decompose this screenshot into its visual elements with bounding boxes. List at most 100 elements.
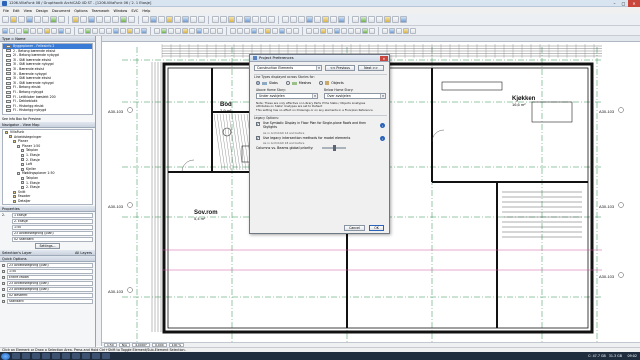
layer-item[interactable]: FI - Historigg nybygd: [3, 108, 92, 113]
toolbar-tool-icon[interactable]: [30, 27, 36, 34]
preferences-category-dropdown[interactable]: Construction Elements ▾: [254, 65, 322, 71]
toolbar-tool-icon[interactable]: [128, 16, 135, 23]
toolbar-tool-icon[interactable]: [220, 16, 227, 23]
toolbar-tool-icon[interactable]: [58, 27, 64, 34]
minimize-button[interactable]: –: [610, 0, 619, 7]
toolbar-tool-icon[interactable]: [230, 27, 236, 34]
menu-edit[interactable]: Edit: [13, 9, 20, 13]
taskbar-app-10[interactable]: [102, 353, 110, 359]
toolbar-tool-icon[interactable]: [142, 16, 149, 23]
toolbar-tool-icon[interactable]: [212, 16, 219, 23]
toolbar-tool-icon[interactable]: [260, 16, 267, 23]
toolbar-tool-icon[interactable]: [376, 16, 383, 23]
toolbar-tool-icon[interactable]: [341, 27, 347, 34]
quick-option-field[interactable]: 1:50: [7, 268, 93, 274]
toolbar-tool-icon[interactable]: [23, 27, 29, 34]
info-icon[interactable]: i: [380, 123, 385, 128]
toolbar-tool-icon[interactable]: [182, 27, 188, 34]
toolbar-tool-icon[interactable]: [290, 16, 297, 23]
toolbar-tool-icon[interactable]: [252, 16, 259, 23]
toolbar-tool-icon[interactable]: [106, 27, 112, 34]
layer-visibility-icon[interactable]: [6, 49, 11, 53]
taskbar-app-5[interactable]: [52, 353, 60, 359]
below-home-story-dropdown[interactable]: Over avskjelen ▾: [324, 93, 386, 99]
menu-view[interactable]: View: [24, 9, 32, 13]
toolbar-tool-icon[interactable]: [369, 27, 375, 34]
toolbar-tool-icon[interactable]: [120, 16, 127, 23]
layer-visibility-icon[interactable]: [6, 72, 11, 76]
toolbar-tool-icon[interactable]: [42, 16, 49, 23]
menu-svc[interactable]: SVC: [131, 9, 138, 13]
objects-radio[interactable]: [319, 81, 324, 85]
toolbar-tool-icon[interactable]: [113, 27, 119, 34]
toolbar-tool-icon[interactable]: [158, 16, 165, 23]
toolbar-tool-icon[interactable]: [150, 16, 157, 23]
toolbar-tool-icon[interactable]: [51, 27, 57, 34]
toolbar-tool-icon[interactable]: [258, 27, 264, 34]
toolbar-tool-icon[interactable]: [384, 16, 391, 23]
toolbar-tool-icon[interactable]: [244, 27, 250, 34]
taskbar-app-9[interactable]: [92, 353, 100, 359]
toolbar-tool-icon[interactable]: [182, 16, 189, 23]
toolbar-tool-icon[interactable]: [120, 27, 126, 34]
toolbar-tool-icon[interactable]: [338, 16, 345, 23]
toolbar-tool-icon[interactable]: [382, 27, 388, 34]
toolbar-tool-icon[interactable]: [410, 27, 416, 34]
toolbar-tool-icon[interactable]: [320, 27, 326, 34]
toolbar-tool-icon[interactable]: [327, 27, 333, 34]
toolbar-tool-icon[interactable]: [389, 27, 395, 34]
quick-option-field[interactable]: 23 Arbeidstegning (plan): [7, 262, 93, 268]
toolbar-tool-icon[interactable]: [44, 27, 50, 34]
toolbar-tool-icon[interactable]: [352, 16, 359, 23]
toolbar-tool-icon[interactable]: [272, 27, 278, 34]
taskbar-app-3[interactable]: [32, 353, 40, 359]
dialog-close-button[interactable]: ✕: [380, 56, 388, 61]
view-map-item[interactable]: Detaljer: [3, 199, 92, 204]
toolbar-tool-icon[interactable]: [88, 16, 95, 23]
toolbar-tool-icon[interactable]: [306, 16, 313, 23]
layer-visibility-icon[interactable]: [6, 95, 11, 99]
toolbar-tool-icon[interactable]: [50, 16, 57, 23]
taskbar-app-4[interactable]: [42, 353, 50, 359]
layer-visibility-icon[interactable]: [6, 109, 11, 113]
all-layers-toggle[interactable]: All Layers: [75, 251, 92, 255]
toolbar-tool-icon[interactable]: [161, 27, 167, 34]
toolbar-tool-icon[interactable]: [9, 27, 15, 34]
property-field[interactable]: 23 Arbeidstegning (plan): [12, 230, 93, 236]
layer-visibility-icon[interactable]: [6, 44, 11, 48]
maximize-button[interactable]: □: [619, 0, 628, 7]
toolbar-tool-icon[interactable]: [99, 27, 105, 34]
toolbar-tool-icon[interactable]: [2, 27, 8, 34]
meshes-radio[interactable]: [285, 81, 290, 85]
taskbar-app-2[interactable]: [22, 353, 30, 359]
layer-visibility-icon[interactable]: [6, 90, 11, 94]
toolbar-tool-icon[interactable]: [403, 27, 409, 34]
property-field[interactable]: 02 Standard: [12, 236, 93, 242]
next-button[interactable]: Next >>: [358, 65, 384, 71]
toolbar-tool-icon[interactable]: [92, 27, 98, 34]
menu-help[interactable]: Help: [142, 9, 150, 13]
settings-button[interactable]: Settings...: [35, 243, 60, 249]
toolbar-tool-icon[interactable]: [196, 27, 202, 34]
taskbar-app-7[interactable]: [72, 353, 80, 359]
toolbar-tool-icon[interactable]: [392, 16, 399, 23]
layer-visibility-icon[interactable]: [6, 81, 11, 85]
toolbar-tool-icon[interactable]: [58, 16, 65, 23]
layer-visibility-icon[interactable]: [6, 86, 11, 90]
menu-options[interactable]: Options: [74, 9, 88, 13]
toolbar-tool-icon[interactable]: [189, 27, 195, 34]
toolbar-tool-icon[interactable]: [34, 16, 41, 23]
quick-option-field[interactable]: Entire Model: [7, 274, 93, 280]
taskbar-app-8[interactable]: [82, 353, 90, 359]
toolbar-tool-icon[interactable]: [190, 16, 197, 23]
toolbar-tool-icon[interactable]: [141, 27, 147, 34]
toolbar-tool-icon[interactable]: [203, 27, 209, 34]
toolbar-tool-icon[interactable]: [112, 16, 119, 23]
toolbar-tool-icon[interactable]: [236, 16, 243, 23]
above-home-story-dropdown[interactable]: Under avskjelen ▾: [256, 93, 318, 99]
toolbar-tool-icon[interactable]: [16, 27, 22, 34]
toolbar-tool-icon[interactable]: [265, 27, 271, 34]
quick-option-field[interactable]: Standard: [7, 298, 93, 304]
toolbar-tool-icon[interactable]: [228, 16, 235, 23]
toolbar-tool-icon[interactable]: [210, 27, 216, 34]
